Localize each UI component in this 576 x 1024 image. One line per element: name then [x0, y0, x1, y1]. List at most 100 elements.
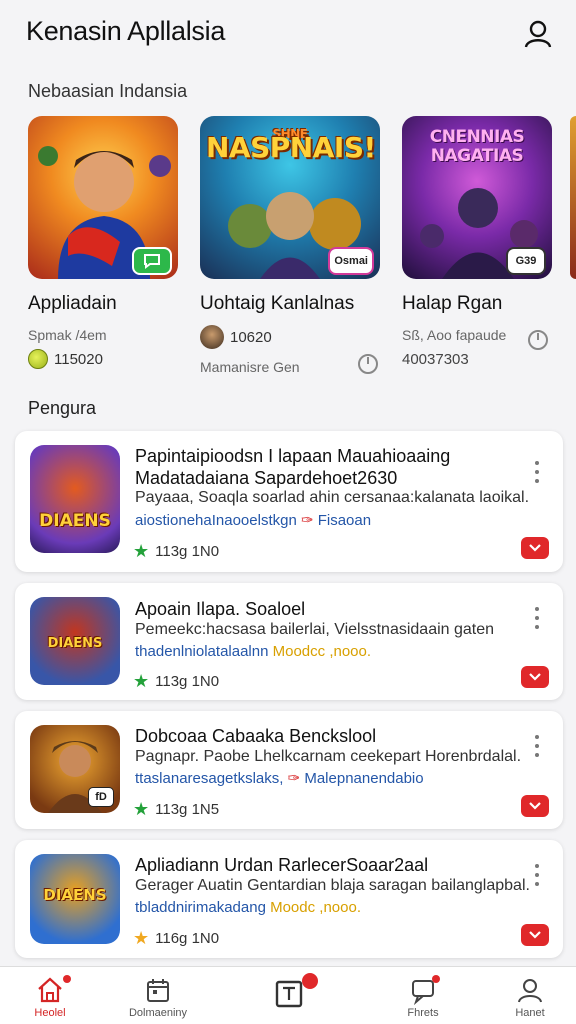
star-icon: ★	[133, 671, 150, 691]
featured-item-name[interactable]: Uohtaig Kanlalnas	[200, 293, 380, 315]
chevron-down-icon	[529, 931, 541, 939]
featured-item-count: 115020	[54, 350, 103, 368]
featured-art-title: CNENNIAS NAGATIAS	[429, 127, 525, 166]
more-options-button[interactable]	[529, 459, 545, 485]
nav-tablet[interactable]	[264, 967, 318, 1024]
featured-item[interactable]: SHNE NASPNAIS! Osmai Uohtaig Kanlalnas 1…	[200, 116, 380, 375]
featured-section-label: Nebaasian Indansia	[28, 81, 188, 101]
user-icon	[515, 975, 545, 1005]
app-icon[interactable]: DIAENS	[30, 854, 120, 944]
card-title[interactable]: Apoain Ilapa. Soaloel	[135, 598, 513, 620]
app-icon[interactable]: fD	[30, 725, 120, 813]
star-icon: ★	[133, 928, 150, 948]
card-description: Pemeekc:hacsasa bailerlai, Vielsstnasida…	[135, 621, 495, 638]
featured-item-image[interactable]: SHNE NASPNAIS! Osmai	[200, 116, 380, 279]
star-icon: ★	[133, 541, 150, 561]
card-title[interactable]: Apliadiann Urdan RarlecerSoaar2aal	[135, 854, 513, 876]
home-icon	[35, 975, 71, 1005]
featured-item-image[interactable]: CNENNIAS NAGATIAS G39	[402, 116, 552, 279]
more-options-button[interactable]	[529, 862, 545, 888]
download-button[interactable]	[521, 924, 549, 946]
card-tag-extra: Moodc ,nooo.	[270, 899, 361, 916]
chevron-down-icon	[529, 673, 541, 681]
card-tags: thadenlniolatalaalnn Moodcc ,nooo.	[135, 643, 533, 660]
card-tag: tbladdnirimakadang	[135, 899, 266, 916]
more-options-button[interactable]	[529, 733, 545, 759]
card-title[interactable]: Dobcoaa Cabaaka Benckslool	[135, 725, 513, 747]
chat-icon	[408, 975, 440, 1006]
rating-value: 113g 1N5	[155, 801, 220, 818]
nav-home[interactable]: Heolel	[22, 967, 78, 1024]
featured-item[interactable]: CNENNIAS NAGATIAS G39 Halap Rgan Sß, Aoo…	[402, 116, 562, 368]
nav-label: Dolmaeniny	[128, 1007, 188, 1019]
avatar	[200, 325, 224, 349]
featured-item-footer: Mamanisre Gen	[200, 359, 300, 375]
nav-label: Heolel	[34, 1007, 66, 1019]
card-tags: tbladdnirimakadang Moodc ,nooo.	[135, 899, 533, 916]
star-icon: ★	[133, 799, 150, 819]
timer-icon	[528, 330, 548, 350]
list-item[interactable]: DIAENS Apoain Ilapa. Soaloel Pemeekc:hac…	[15, 583, 563, 700]
timer-icon	[358, 354, 378, 374]
card-description: Payaaa, Soaqla soarlad ahin cersanaa:kal…	[135, 489, 530, 506]
nav-label: Fhrets	[407, 1007, 439, 1019]
featured-item-footer: 40037303	[402, 351, 469, 368]
card-title[interactable]: Papintaipioodsn I lapaan Mauahioaaing Ma…	[135, 445, 513, 489]
featured-item-name[interactable]: Halap Rgan	[402, 293, 562, 315]
coin-icon	[28, 349, 48, 369]
download-button[interactable]	[521, 666, 549, 688]
rating-value: 113g 1N0	[155, 673, 220, 690]
featured-art-title: NASPNAIS!	[206, 131, 376, 164]
card-description: Gerager Auatin Gentardian blaja saragan …	[135, 877, 530, 894]
featured-item-badge: G39	[506, 247, 546, 275]
app-icon-text: DIAENS	[39, 511, 111, 531]
app-icon[interactable]: DIAENS	[30, 445, 120, 553]
nav-chats[interactable]: Fhrets	[398, 967, 448, 1024]
app-icon-text: DIAENS	[47, 636, 103, 651]
featured-item-meta: 115020	[28, 349, 188, 369]
chat-icon	[132, 247, 172, 275]
rating-value: 113g 1N0	[155, 543, 220, 560]
featured-item-count: 10620	[230, 328, 272, 346]
download-button[interactable]	[521, 537, 549, 559]
featured-item-partial[interactable]	[570, 116, 576, 279]
more-options-button[interactable]	[529, 605, 545, 631]
card-tag: thadenlniolatalaalnn	[135, 643, 269, 660]
nav-label: Hanet	[515, 1007, 545, 1019]
page-title: Kenasin Apllalsia	[26, 16, 226, 46]
chevron-down-icon	[529, 802, 541, 810]
featured-item-name[interactable]: Appliadain	[28, 293, 188, 315]
chevron-down-icon	[529, 544, 541, 552]
bottom-navigation: Heolel Dolmaeniny Fhrets Hanet	[0, 966, 576, 1024]
app-icon[interactable]: DIAENS	[30, 597, 120, 685]
featured-item-badge: Osmai	[328, 247, 374, 275]
card-tag-extra: Malepnanendabio	[304, 770, 424, 787]
nav-profile[interactable]: Hanet	[505, 967, 555, 1024]
calendar-icon	[143, 975, 173, 1005]
featured-item-image[interactable]	[28, 116, 178, 279]
profile-button[interactable]	[518, 14, 558, 54]
nav-calendar[interactable]: Dolmaeniny	[120, 967, 196, 1024]
list-item[interactable]: fD Dobcoaa Cabaaka Benckslool Pagnapr. P…	[15, 711, 563, 829]
list-item[interactable]: DIAENS Apliadiann Urdan RarlecerSoaar2aa…	[15, 840, 563, 958]
list-item[interactable]: DIAENS Papintaipioodsn I lapaan Mauahioa…	[15, 431, 563, 572]
card-tags: ttaslanaresagetkslaks, ✑ Malepnanendabio	[135, 770, 424, 787]
user-icon	[524, 20, 552, 48]
list-section-label: Pengura	[28, 398, 97, 418]
featured-carousel[interactable]: Appliadain Spmak /4em 115020 SHNE NASPNA…	[0, 116, 576, 386]
card-description: Pagnapr. Paobe Lhelkcarnam ceekepart Hor…	[135, 748, 522, 765]
card-rating: ★ 113g 1N0	[133, 671, 219, 692]
tablet-icon	[274, 973, 318, 1009]
card-tag: ttaslanaresagetkslaks,	[135, 770, 284, 787]
card-tags: aiostionehaInaooelstkgn ✑ Fisaoan	[135, 512, 372, 529]
card-tag: aiostionehaInaooelstkgn	[135, 512, 297, 529]
app-icon-badge: fD	[88, 787, 114, 807]
card-rating: ★ 113g 1N5	[133, 799, 219, 820]
card-rating: ★ 116g 1N0	[133, 928, 219, 949]
card-tag-extra: Moodcc ,nooo.	[272, 643, 372, 660]
featured-item[interactable]: Appliadain Spmak /4em 115020	[28, 116, 188, 369]
app-icon-text: DIAENS	[43, 886, 107, 904]
rating-value: 116g 1N0	[155, 930, 220, 947]
card-tag-extra: Fisaoan	[317, 512, 372, 529]
download-button[interactable]	[521, 795, 549, 817]
